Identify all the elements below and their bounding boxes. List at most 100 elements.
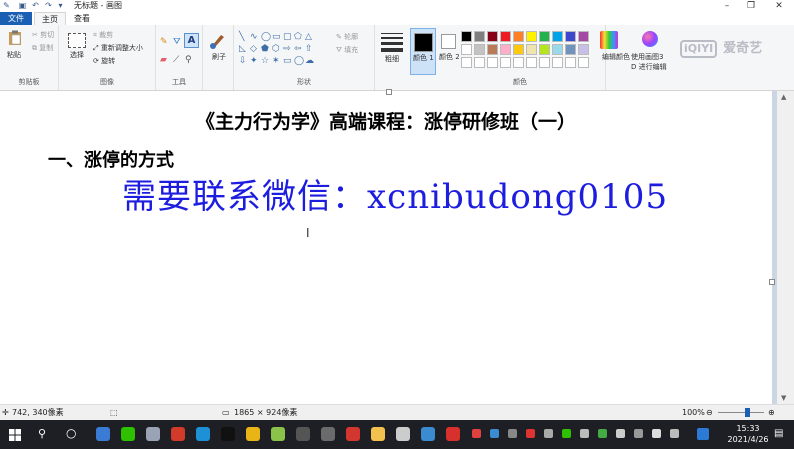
color-swatch[interactable] — [578, 57, 589, 68]
star4-shape-icon[interactable]: ✦ — [250, 56, 258, 66]
line-shape-icon[interactable]: ╲ — [239, 32, 244, 42]
vertical-scrollbar[interactable]: ▲ ▼ — [777, 91, 794, 404]
star6-shape-icon[interactable]: ✶ — [272, 56, 280, 66]
tray-icon[interactable] — [490, 429, 499, 438]
color-swatch[interactable] — [578, 31, 589, 42]
color-swatch[interactable] — [500, 44, 511, 55]
color-swatch[interactable] — [474, 57, 485, 68]
qq-app-icon[interactable] — [221, 427, 235, 441]
search-icon[interactable]: ⚲ — [38, 427, 46, 440]
folder-app-icon[interactable] — [371, 427, 385, 441]
copy-button[interactable]: ⧉ 复制 — [32, 44, 53, 53]
color-swatch[interactable] — [539, 44, 550, 55]
drawing-canvas[interactable]: 《主力行为学》高端课程：涨停研修班（一） 一、涨停的方式 需要联系微信：xcni… — [0, 89, 775, 404]
search-app-icon[interactable] — [421, 427, 435, 441]
pet-app-icon[interactable] — [396, 427, 410, 441]
paste-label[interactable]: 粘贴 — [7, 51, 21, 60]
tray-icon[interactable] — [598, 429, 607, 438]
color-swatch[interactable] — [552, 44, 563, 55]
color-swatch[interactable] — [526, 57, 537, 68]
callout-cloud-shape-icon[interactable]: ☁ — [305, 56, 314, 66]
paint3d-label-1[interactable]: 使用画图3 — [631, 53, 663, 62]
color-swatch[interactable] — [539, 31, 550, 42]
color-swatch[interactable] — [461, 44, 472, 55]
rounded-rect-shape-icon[interactable]: ▢ — [283, 32, 292, 42]
chrome-app-icon[interactable] — [246, 427, 260, 441]
minimize-button[interactable]: – — [716, 0, 738, 12]
customize-toolbar-icon[interactable]: ▾ — [56, 1, 65, 10]
arrow-up-shape-icon[interactable]: ⇧ — [305, 44, 313, 54]
color1-button[interactable]: 颜色 1 — [410, 28, 436, 75]
paint3d-label-2[interactable]: D 进行编辑 — [631, 63, 667, 72]
color-swatch[interactable] — [500, 57, 511, 68]
text-icon[interactable]: A — [184, 33, 199, 48]
color-swatch[interactable] — [474, 44, 485, 55]
color-swatch[interactable] — [487, 31, 498, 42]
arrow-right-shape-icon[interactable]: ⇨ — [283, 44, 291, 54]
maximize-button[interactable]: ❐ — [740, 0, 762, 12]
save-icon[interactable]: ▣ — [18, 1, 27, 10]
color-swatch[interactable] — [474, 31, 485, 42]
resize-handle-top[interactable] — [386, 89, 392, 95]
pencil-icon[interactable]: ✎ — [160, 37, 168, 47]
color-swatch[interactable] — [513, 57, 524, 68]
color-swatch[interactable] — [526, 44, 537, 55]
scroll-down-icon[interactable]: ▼ — [781, 394, 786, 402]
arrow-left-shape-icon[interactable]: ⇦ — [294, 44, 302, 54]
tray-icon[interactable] — [580, 429, 589, 438]
tray-icon[interactable] — [670, 429, 679, 438]
color-swatch[interactable] — [539, 57, 550, 68]
magnifier-icon[interactable]: ⚲ — [185, 55, 192, 65]
color-swatch[interactable] — [487, 57, 498, 68]
oval-shape-icon[interactable]: ◯ — [261, 32, 271, 42]
select-label[interactable]: 选择 — [70, 51, 84, 60]
tray-icon[interactable] — [652, 429, 661, 438]
callout-oval-shape-icon[interactable]: ◯ — [294, 56, 304, 66]
resize-handle-right[interactable] — [769, 279, 775, 285]
movie-app-icon[interactable] — [321, 427, 335, 441]
color-swatch[interactable] — [552, 57, 563, 68]
edge-app-icon[interactable] — [196, 427, 210, 441]
size-label[interactable]: 粗细 — [385, 55, 399, 64]
color-swatch[interactable] — [487, 44, 498, 55]
tray-icon[interactable] — [526, 429, 535, 438]
eraser-icon[interactable]: ▰ — [160, 55, 167, 65]
color-swatch[interactable] — [513, 44, 524, 55]
clock[interactable]: 15:33 2021/4/26 — [726, 423, 770, 445]
brush-label[interactable]: 刷子 — [212, 53, 226, 62]
edit-colors-label[interactable]: 编辑颜色 — [602, 53, 630, 62]
paste-icon[interactable] — [7, 30, 23, 46]
zoom-slider-thumb[interactable] — [745, 408, 750, 417]
color-swatch[interactable] — [565, 31, 576, 42]
color-swatch[interactable] — [461, 57, 472, 68]
tab-home[interactable]: 主页 — [34, 12, 66, 26]
wechat-app-icon[interactable] — [121, 427, 135, 441]
circle-app-icon[interactable] — [146, 427, 160, 441]
tray-icon[interactable] — [472, 429, 481, 438]
callout-rect-shape-icon[interactable]: ▭ — [283, 56, 292, 66]
close-button[interactable]: ✕ — [768, 0, 790, 12]
resize-button[interactable]: ⤢ 重新调整大小 — [93, 44, 143, 53]
tray-icon[interactable] — [616, 429, 625, 438]
color-swatch[interactable] — [565, 44, 576, 55]
paint3d-icon[interactable] — [642, 31, 658, 47]
hexagon-shape-icon[interactable]: ⬡ — [272, 44, 280, 54]
color-picker-icon[interactable]: ⟋ — [173, 55, 179, 65]
triangle-shape-icon[interactable]: △ — [305, 32, 312, 42]
outline-button[interactable]: ✎ 轮廓 — [336, 33, 358, 42]
tray-icon[interactable] — [634, 429, 643, 438]
cut-button[interactable]: ✂ 剪切 — [32, 31, 54, 40]
red-app-icon[interactable] — [346, 427, 360, 441]
arrow-down-shape-icon[interactable]: ⇩ — [239, 56, 247, 66]
color-swatch[interactable] — [552, 31, 563, 42]
size-icon[interactable] — [381, 33, 403, 52]
color-swatch[interactable] — [565, 57, 576, 68]
zoom-slider[interactable] — [718, 412, 764, 413]
right-triangle-shape-icon[interactable]: ◺ — [239, 44, 246, 54]
brush-icon[interactable] — [209, 31, 227, 49]
color2-button[interactable]: 颜色 2 — [437, 28, 460, 73]
color-swatch[interactable] — [578, 44, 589, 55]
task-view-icon[interactable]: ○ — [66, 426, 76, 440]
wps-app-icon[interactable] — [446, 427, 460, 441]
tray-icon[interactable] — [562, 429, 571, 438]
